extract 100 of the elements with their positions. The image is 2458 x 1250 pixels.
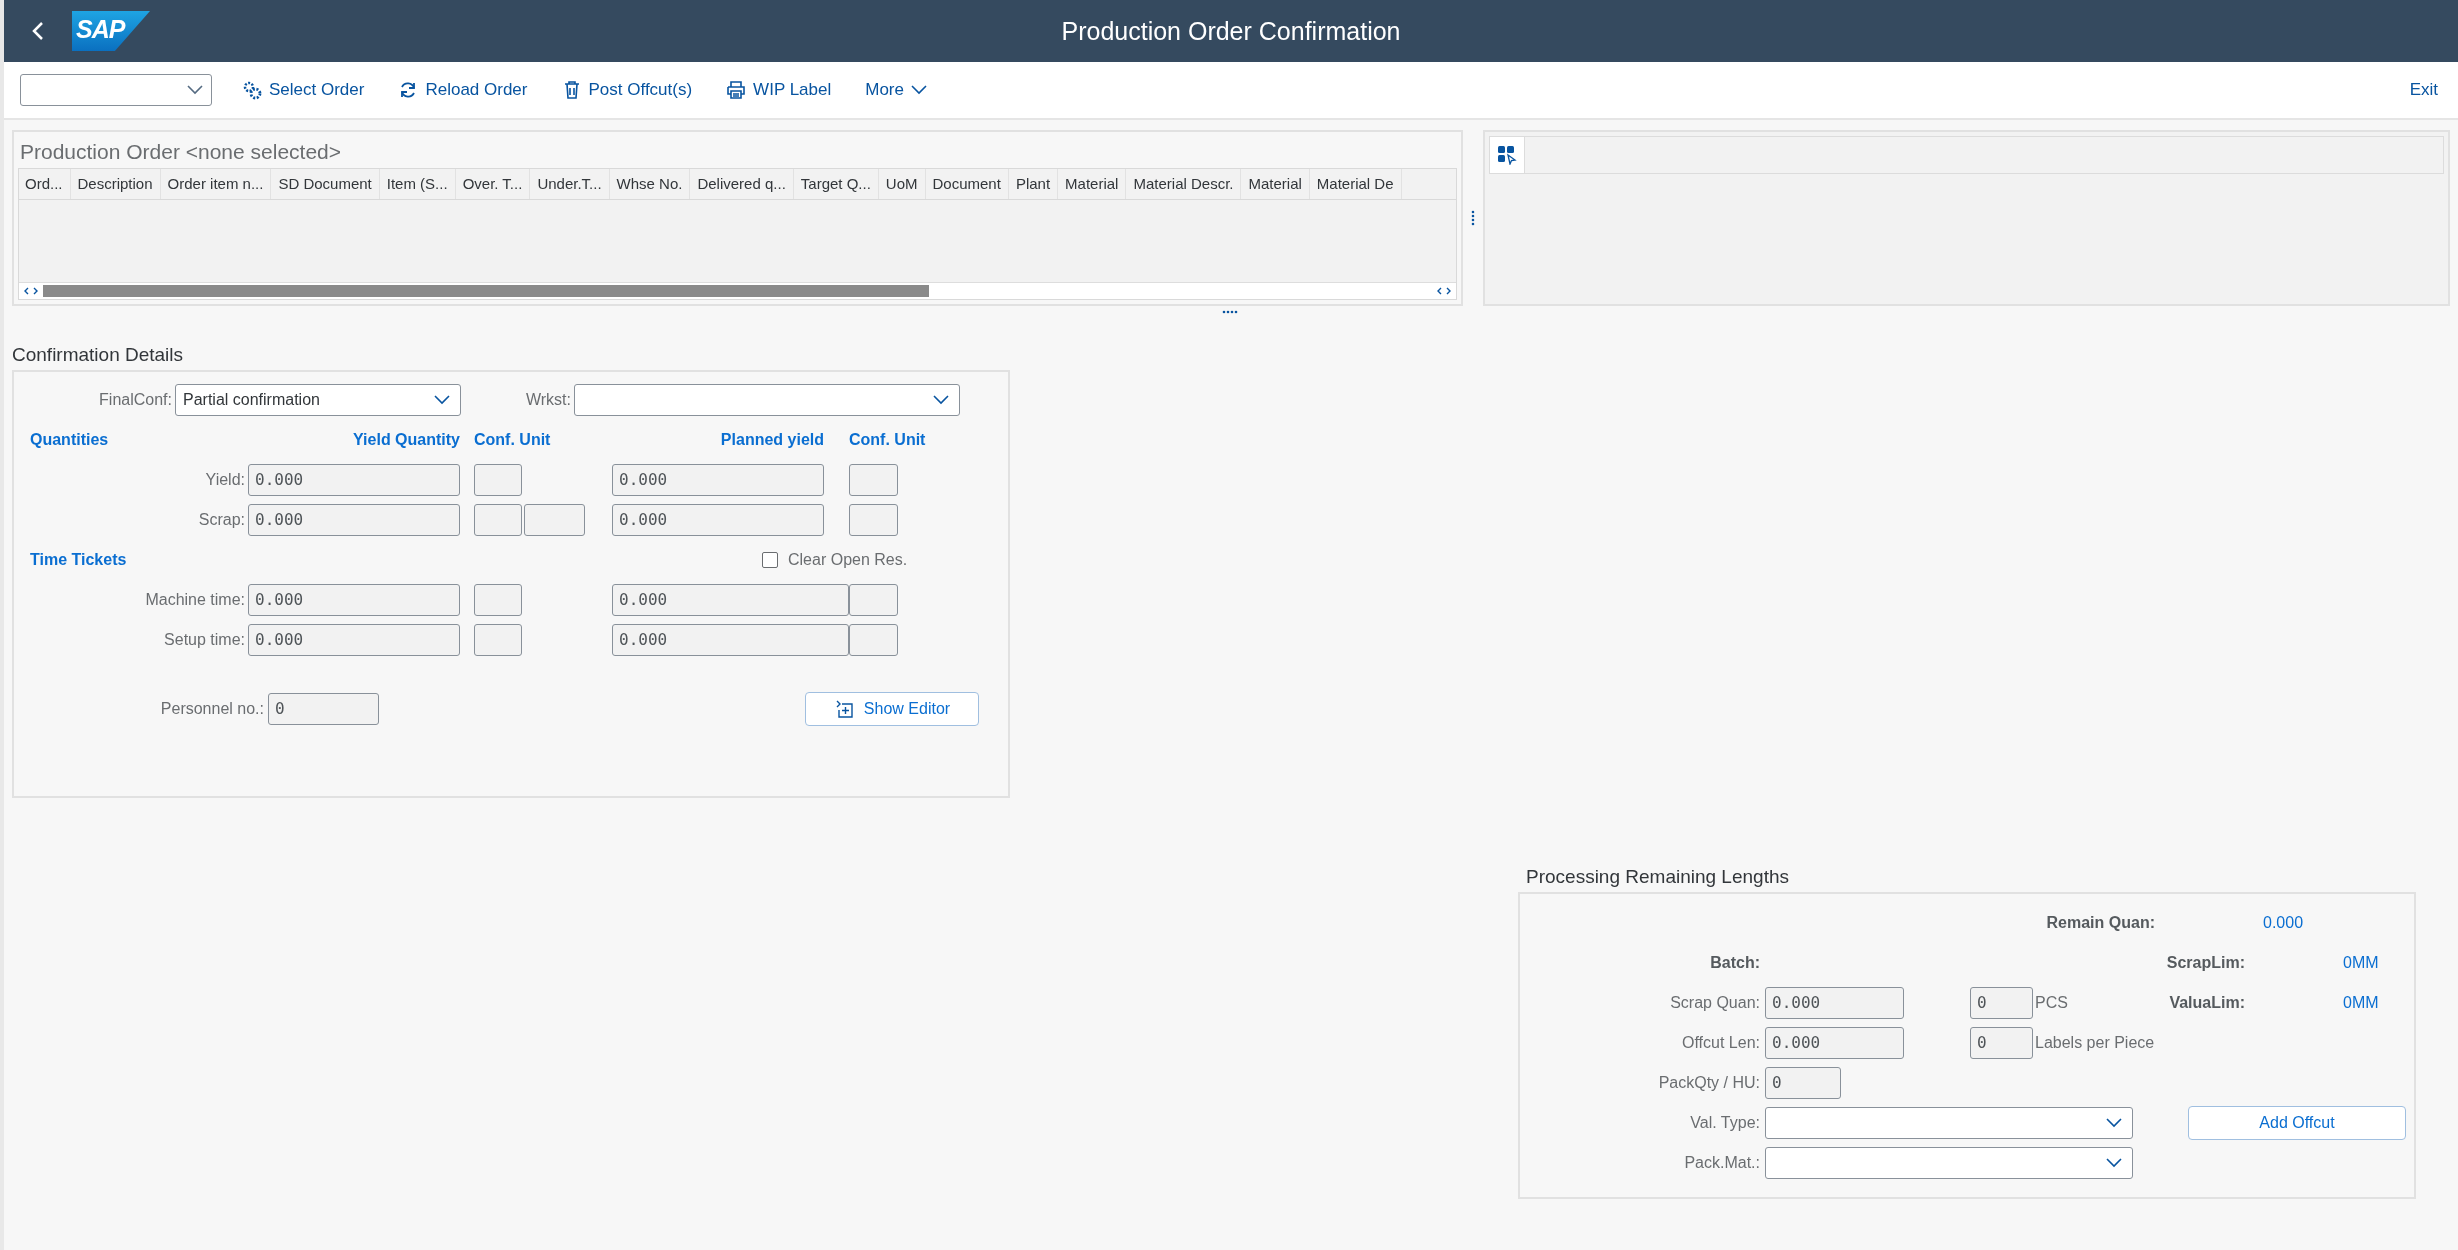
chevron-down-icon <box>434 395 450 405</box>
scroll-arrows-icon[interactable] <box>1435 286 1452 296</box>
exit-button[interactable]: Exit <box>2405 76 2442 104</box>
checkbox[interactable] <box>762 552 778 568</box>
layout-select-icon[interactable] <box>1496 145 1517 165</box>
field-label: Setup time: <box>163 631 246 649</box>
packing-material-dropdown[interactable] <box>1765 1147 2133 1179</box>
column-heading: Planned yield <box>719 431 824 449</box>
unit-field[interactable] <box>849 504 898 536</box>
value-limit-value: 0MM <box>2342 994 2380 1012</box>
field-label: Wrkst: <box>524 391 572 409</box>
unit-field[interactable] <box>474 584 522 616</box>
chevron-down-icon <box>933 395 949 405</box>
column-header[interactable]: Target Q... <box>793 169 879 199</box>
input-field[interactable]: 0.000 <box>612 624 849 656</box>
unit-label: PCS <box>2035 994 2069 1012</box>
show-editor-button[interactable]: Show Editor <box>805 692 979 726</box>
unit-field[interactable] <box>849 584 898 616</box>
unit-field[interactable] <box>849 624 898 656</box>
input-field[interactable]: 0 <box>1765 1067 1841 1099</box>
field-label: Yield: <box>204 471 246 489</box>
field-label: Scrap: <box>197 511 246 529</box>
column-header[interactable]: Delivered q... <box>690 169 794 199</box>
more-menu-button[interactable]: More <box>861 76 931 104</box>
unit-field[interactable] <box>524 504 585 536</box>
clear-open-res-checkbox[interactable]: Clear Open Res. <box>612 551 959 569</box>
column-header[interactable]: Over. T... <box>455 169 531 199</box>
input-field[interactable]: 0.000 <box>1765 987 1904 1019</box>
column-header[interactable]: Order item n... <box>160 169 272 199</box>
column-header[interactable]: Material <box>1058 169 1127 199</box>
column-header[interactable]: SD Document <box>271 169 380 199</box>
printer-icon <box>726 80 747 100</box>
group-heading: Time Tickets <box>29 551 128 569</box>
input-field[interactable]: 0.000 <box>248 504 460 536</box>
field-label: FinalConf: <box>98 391 173 409</box>
count-field[interactable]: 0 <box>1970 987 2033 1019</box>
unit-field[interactable] <box>474 464 522 496</box>
count-field[interactable]: 0 <box>1970 1027 2033 1059</box>
horizontal-scrollbar[interactable] <box>19 282 1456 299</box>
section-title: Processing Remaining Lengths <box>1525 865 1790 889</box>
input-field[interactable]: 0.000 <box>248 464 460 496</box>
column-header[interactable]: Material De <box>1309 169 1402 199</box>
unit-label: Labels per Piece <box>2035 1034 2156 1052</box>
input-field[interactable]: 0 <box>268 693 379 725</box>
column-header[interactable]: Material Descr. <box>1126 169 1242 199</box>
column-header[interactable]: UoM <box>878 169 926 199</box>
toolbar-button[interactable]: WIP Label <box>722 76 836 104</box>
add-offcut-button[interactable]: Add Offcut <box>2188 1106 2406 1140</box>
field-label: ScrapLim: <box>2165 954 2245 972</box>
group-heading: Quantities <box>29 431 110 449</box>
column-heading: Conf. Unit <box>474 431 552 449</box>
column-header[interactable]: Description <box>70 169 161 199</box>
column-header[interactable]: Item (S... <box>379 169 456 199</box>
toolbar-button[interactable]: Reload Order <box>394 76 532 104</box>
input-field[interactable]: 0.000 <box>612 584 849 616</box>
chevron-down-icon <box>187 85 203 95</box>
input-field[interactable]: 0.000 <box>612 464 824 496</box>
logo[interactable]: SAP <box>72 11 150 51</box>
column-header[interactable]: Plant <box>1008 169 1059 199</box>
input-field[interactable]: 0.000 <box>248 584 460 616</box>
order-dropdown[interactable] <box>20 74 212 106</box>
column-header[interactable]: Ord... <box>19 169 71 199</box>
unit-field[interactable] <box>849 464 898 496</box>
app-title: Production Order Confirmation <box>1061 16 1401 46</box>
column-header[interactable]: Under.T... <box>530 169 610 199</box>
column-header[interactable]: Document <box>925 169 1009 199</box>
scrap-limit-value: 0MM <box>2342 954 2380 972</box>
field-label: Offcut Len: <box>1681 1034 1760 1052</box>
input-field[interactable]: 0.000 <box>1765 1027 1904 1059</box>
column-header[interactable]: Material <box>1241 169 1310 199</box>
field-label: Machine time: <box>144 591 246 609</box>
toolbar-button[interactable]: Post Offcut(s) <box>557 76 697 104</box>
scroll-arrows-icon[interactable] <box>23 286 39 296</box>
field-label: Remain Quan: <box>2045 914 2155 932</box>
field-label: PackQty / HU: <box>1657 1074 1760 1092</box>
back-icon[interactable] <box>32 21 44 41</box>
scrollbar-thumb[interactable] <box>43 285 929 297</box>
workstation-dropdown[interactable] <box>574 384 960 416</box>
field-label: Scrap Quan: <box>1669 994 1760 1012</box>
section-title: Confirmation Details <box>11 343 185 367</box>
remain-quantity-value: 0.000 <box>2262 914 2305 932</box>
splitter-handle-icon[interactable] <box>1470 210 1475 226</box>
field-label: Val. Type: <box>1689 1114 1760 1132</box>
toolbar-button[interactable]: Select Order <box>238 76 369 104</box>
unit-field[interactable] <box>474 624 522 656</box>
chevron-down-icon <box>2106 1158 2122 1168</box>
input-field[interactable]: 0.000 <box>612 504 824 536</box>
input-field[interactable]: 0.000 <box>248 624 460 656</box>
splitter-handle-icon[interactable] <box>1222 310 1238 314</box>
column-heading: Yield Quantity <box>352 431 460 449</box>
final-confirmation-dropdown[interactable]: Partial confirmation <box>175 384 461 416</box>
field-label: ValuaLim: <box>2168 994 2245 1012</box>
gears-icon <box>242 80 262 100</box>
field-label: Personnel no.: <box>159 700 265 718</box>
table-title: Production Order <none selected> <box>19 139 343 165</box>
valuation-type-dropdown[interactable] <box>1765 1107 2133 1139</box>
field-label: Batch: <box>1709 954 1760 972</box>
column-header[interactable]: Whse No. <box>609 169 691 199</box>
chevron-down-icon <box>910 85 927 95</box>
unit-field[interactable] <box>474 504 522 536</box>
